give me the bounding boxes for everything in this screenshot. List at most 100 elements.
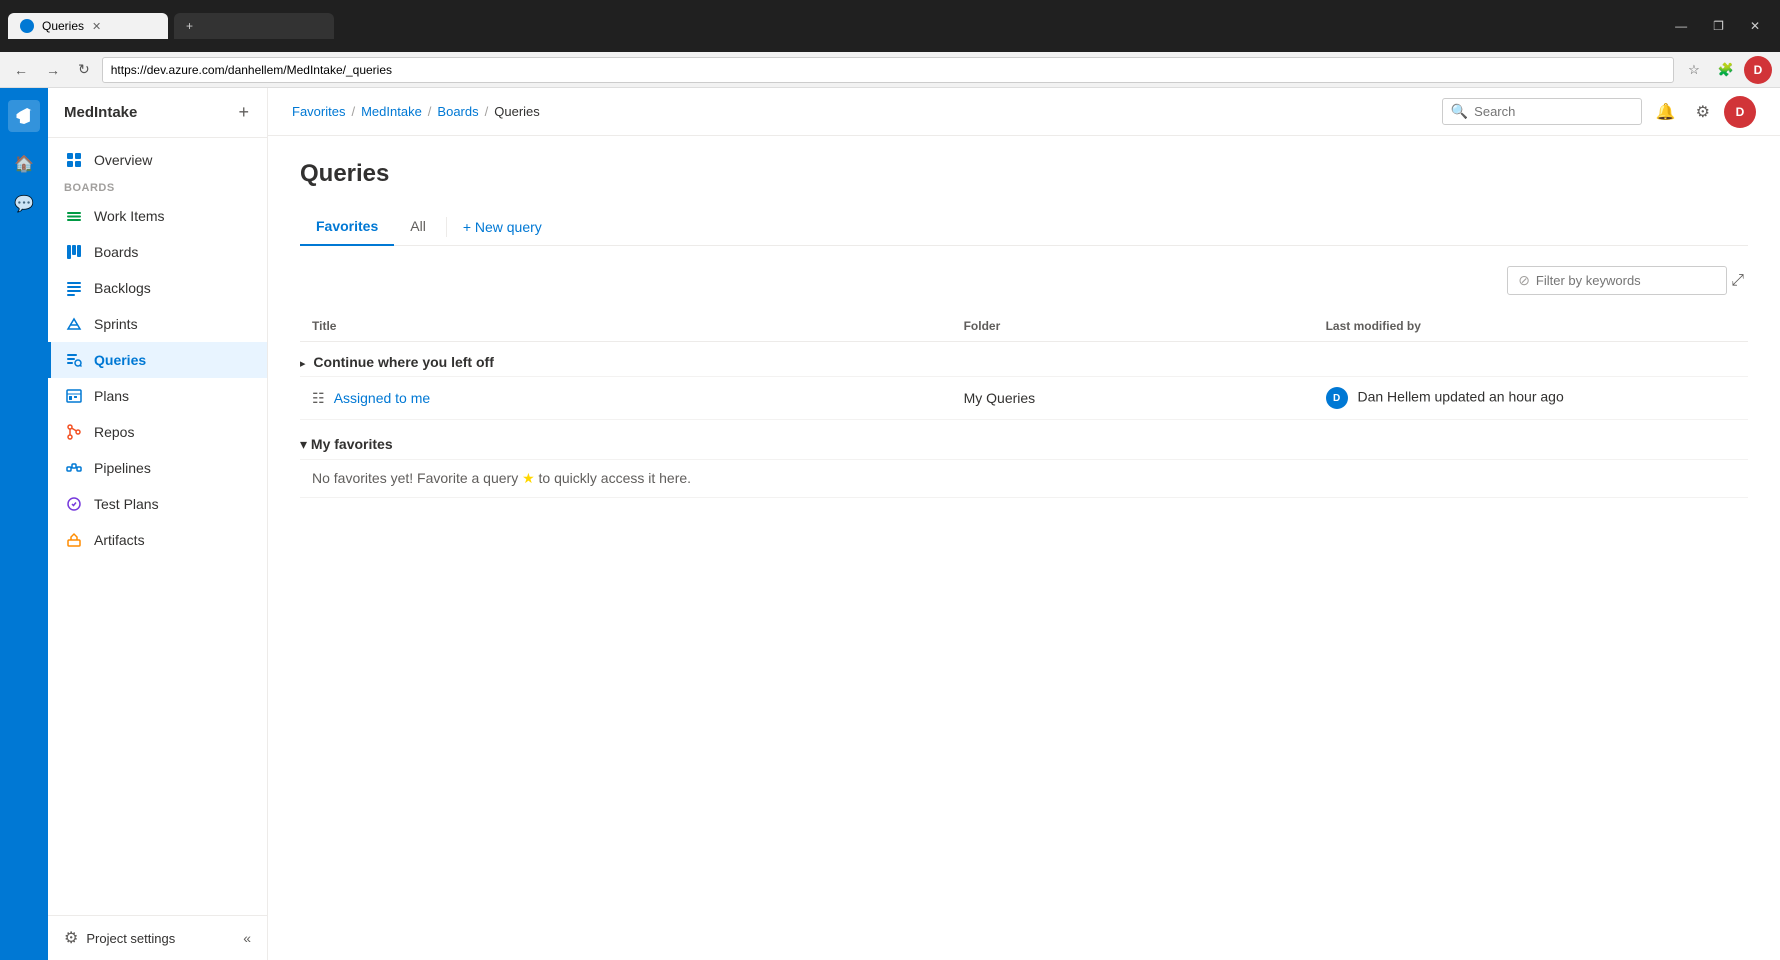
section-continue-toggle[interactable]: ▸ — [300, 358, 306, 370]
home-icon[interactable]: 🏠 — [8, 148, 40, 180]
query-folder-cell: My Queries — [952, 377, 1314, 420]
sidebar-nav: Overview Boards Work Items Boards — [48, 138, 267, 915]
breadcrumb-queries: Queries — [494, 104, 540, 119]
sidebar-item-repos-label: Repos — [94, 424, 134, 440]
tab-title: Queries — [42, 19, 84, 33]
filter-icon: ⊘ — [1518, 272, 1530, 289]
tabs-row: Favorites All + New query — [300, 208, 1748, 246]
chat-icon[interactable]: 💬 — [8, 188, 40, 220]
empty-favorites-row: No favorites yet! Favorite a query ★ to … — [300, 460, 1748, 498]
sidebar-item-work-items-label: Work Items — [94, 208, 165, 224]
query-title-cell: ☷ Assigned to me — [300, 377, 952, 420]
backlogs-icon — [64, 278, 84, 298]
col-header-folder: Folder — [952, 311, 1314, 342]
active-tab[interactable]: Queries ✕ — [8, 13, 168, 39]
table-body: ▸ Continue where you left off ☷ Assigned… — [300, 342, 1748, 498]
tab-all[interactable]: All — [394, 208, 442, 246]
maximize-button[interactable]: ❐ — [1701, 15, 1736, 37]
sidebar-item-boards-group: Boards — [48, 178, 267, 198]
notifications-button[interactable]: 🔔 — [1650, 96, 1682, 128]
sidebar-item-plans[interactable]: Plans — [48, 378, 267, 414]
top-nav: Favorites / MedIntake / Boards / Queries… — [268, 88, 1780, 136]
table-row: ☷ Assigned to me My Queries D Dan Hellem… — [300, 377, 1748, 420]
sidebar-item-pipelines[interactable]: Pipelines — [48, 450, 267, 486]
sidebar-item-overview-label: Overview — [94, 152, 152, 168]
sidebar-item-backlogs-label: Backlogs — [94, 280, 151, 296]
section-continue-label: Continue where you left off — [313, 354, 493, 370]
settings-button[interactable]: ⚙ — [1690, 96, 1716, 128]
sidebar-item-artifacts[interactable]: Artifacts — [48, 522, 267, 558]
profile-button[interactable]: D — [1744, 56, 1772, 84]
tab-favicon — [20, 19, 34, 33]
sidebar: MedIntake + Overview Boards Work Items — [48, 88, 268, 960]
tab-favorites[interactable]: Favorites — [300, 208, 394, 246]
refresh-button[interactable]: ↻ — [72, 57, 96, 82]
section-favorites-toggle[interactable]: ▾ — [300, 436, 307, 452]
filter-input-box: ⊘ — [1507, 266, 1727, 295]
breadcrumb-danhellem[interactable]: Favorites — [292, 104, 345, 119]
sidebar-item-artifacts-label: Artifacts — [94, 532, 145, 548]
sidebar-item-backlogs[interactable]: Backlogs — [48, 270, 267, 306]
sidebar-item-sprints-label: Sprints — [94, 316, 138, 332]
sidebar-item-queries[interactable]: Queries — [48, 342, 267, 378]
filter-keywords-input[interactable] — [1536, 273, 1716, 288]
address-bar-icons: ☆ 🧩 D — [1680, 56, 1772, 84]
breadcrumb-medintake[interactable]: MedIntake — [361, 104, 422, 119]
modified-time: updated an hour ago — [1435, 389, 1564, 405]
minimize-button[interactable]: — — [1663, 15, 1699, 37]
add-project-button[interactable]: + — [236, 100, 251, 125]
star-button[interactable]: ☆ — [1680, 56, 1708, 84]
forward-button[interactable]: → — [40, 58, 66, 82]
sidebar-item-overview[interactable]: Overview — [48, 142, 267, 178]
plans-icon — [64, 386, 84, 406]
breadcrumb: Favorites / MedIntake / Boards / Queries — [292, 104, 1442, 119]
modified-user-avatar: D — [1326, 387, 1348, 409]
queries-icon — [64, 350, 84, 370]
sidebar-item-work-items[interactable]: Work Items — [48, 198, 267, 234]
breadcrumb-sep-3: / — [485, 104, 489, 119]
boards-group-label: Boards — [64, 182, 115, 194]
org-icon[interactable] — [8, 100, 40, 132]
query-assigned-to-me-link[interactable]: Assigned to me — [334, 390, 431, 406]
star-icon: ★ — [522, 470, 535, 486]
sidebar-item-boards-label: Boards — [94, 244, 138, 260]
settings-gear-icon: ⚙ — [64, 928, 78, 948]
search-input[interactable] — [1474, 104, 1633, 119]
inactive-tab[interactable]: + — [174, 13, 334, 39]
queries-table: Title Folder Last modified by ▸ Continue… — [300, 311, 1748, 498]
collapse-sidebar-button[interactable]: « — [243, 930, 251, 946]
sidebar-item-pipelines-label: Pipelines — [94, 460, 151, 476]
section-favorites-header: ▾ My favorites — [300, 420, 1748, 460]
tab-divider — [446, 217, 447, 237]
search-box: 🔍 — [1442, 98, 1642, 125]
new-tab-icon[interactable]: + — [186, 19, 193, 33]
sidebar-item-repos[interactable]: Repos — [48, 414, 267, 450]
no-favorites-suffix: to quickly access it here. — [539, 470, 692, 486]
pipelines-icon — [64, 458, 84, 478]
boards-icon — [64, 242, 84, 262]
icon-rail: 🏠 💬 — [0, 88, 48, 960]
sidebar-item-test-plans[interactable]: Test Plans — [48, 486, 267, 522]
modified-user-name: Dan Hellem — [1357, 389, 1430, 405]
no-favorites-text: No favorites yet! Favorite a query — [312, 470, 518, 486]
sidebar-footer: ⚙ Project settings « — [48, 915, 267, 960]
filter-row: ⊘ ⤢ — [300, 266, 1748, 295]
url-input[interactable] — [102, 57, 1674, 83]
user-avatar[interactable]: D — [1724, 96, 1756, 128]
no-favorites-message: No favorites yet! Favorite a query ★ to … — [300, 460, 1748, 498]
top-nav-actions: 🔍 🔔 ⚙ D — [1442, 96, 1756, 128]
breadcrumb-boards[interactable]: Boards — [437, 104, 478, 119]
new-query-button[interactable]: + New query — [451, 213, 554, 241]
app: 🏠 💬 MedIntake + Overview Boards Work — [0, 88, 1780, 960]
section-continue-header: ▸ Continue where you left off — [300, 342, 1748, 377]
sidebar-item-sprints[interactable]: Sprints — [48, 306, 267, 342]
expand-button[interactable]: ⤢ — [1727, 266, 1748, 295]
back-button[interactable]: ← — [8, 58, 34, 82]
sidebar-item-queries-label: Queries — [94, 352, 146, 368]
tab-close-button[interactable]: ✕ — [92, 20, 101, 33]
sidebar-item-boards[interactable]: Boards — [48, 234, 267, 270]
extensions-button[interactable]: 🧩 — [1712, 56, 1740, 84]
project-settings-label[interactable]: Project settings — [86, 931, 175, 946]
close-button[interactable]: ✕ — [1738, 15, 1772, 37]
section-favorites-label: My favorites — [311, 436, 393, 452]
